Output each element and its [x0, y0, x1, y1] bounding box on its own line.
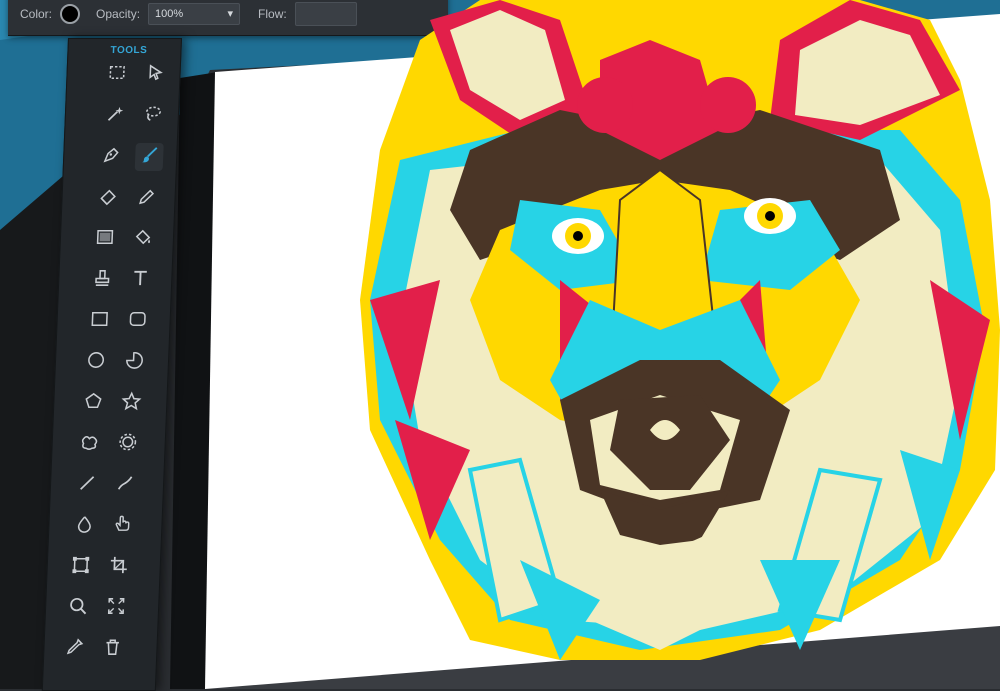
- trash-icon: [101, 636, 124, 663]
- ellipse-icon: [85, 349, 108, 376]
- canvas[interactable]: [205, 14, 1000, 689]
- move-icon: [144, 62, 167, 89]
- tool-drop[interactable]: [69, 512, 98, 540]
- hand-icon: [110, 513, 133, 540]
- chevron-down-icon: ▾: [227, 8, 234, 20]
- crop-icon: [107, 554, 130, 581]
- tool-curve[interactable]: [110, 471, 139, 499]
- opacity-label: Opacity:: [96, 6, 141, 21]
- tool-star[interactable]: [117, 389, 146, 417]
- tool-paint-bucket[interactable]: [129, 225, 158, 253]
- tool-pencil[interactable]: [132, 184, 161, 212]
- paint-bucket-icon: [132, 226, 155, 253]
- star-icon: [120, 390, 143, 417]
- tool-pen[interactable]: [97, 143, 126, 171]
- tool-gradient[interactable]: [91, 225, 120, 253]
- pencil-icon: [135, 185, 158, 212]
- tool-magic-wand[interactable]: [100, 102, 129, 130]
- tool-eraser[interactable]: [94, 184, 123, 212]
- tool-crop[interactable]: [104, 553, 133, 581]
- opacity-dropdown[interactable]: 100% ▾: [148, 2, 241, 25]
- clone-stamp-icon: [91, 267, 114, 294]
- zoom-icon: [66, 595, 89, 622]
- tools-panel-title: TOOLS: [110, 45, 148, 56]
- tool-marquee[interactable]: [103, 61, 132, 89]
- tool-move[interactable]: [141, 61, 170, 89]
- pie-icon: [123, 349, 146, 376]
- tool-options-bar: Color: Opacity: 100% ▾ Flow:: [8, 0, 448, 36]
- line-icon: [76, 472, 99, 499]
- brush-icon: [138, 144, 161, 171]
- tool-clone-stamp[interactable]: [88, 266, 117, 294]
- tool-lasso[interactable]: [138, 102, 167, 130]
- magic-wand-icon: [103, 103, 126, 130]
- tool-trash[interactable]: [98, 635, 127, 663]
- gear-icon: [117, 431, 140, 458]
- tool-rectangle[interactable]: [85, 307, 114, 335]
- transform-icon: [69, 554, 92, 581]
- eyedropper-icon: [63, 636, 86, 663]
- flow-input[interactable]: [294, 1, 357, 26]
- tool-pie[interactable]: [120, 348, 149, 376]
- blob-icon: [79, 431, 102, 458]
- tool-blob[interactable]: [76, 430, 105, 458]
- eraser-icon: [97, 185, 120, 212]
- tool-transform[interactable]: [66, 553, 95, 581]
- fit-screen-icon: [104, 595, 127, 622]
- pen-icon: [100, 144, 123, 171]
- tool-line[interactable]: [72, 471, 101, 499]
- tool-gear[interactable]: [114, 430, 143, 458]
- polygon-icon: [82, 390, 105, 417]
- rounded-rectangle-icon: [126, 308, 149, 335]
- drop-icon: [72, 513, 95, 540]
- text-icon: [129, 267, 152, 294]
- tool-zoom[interactable]: [63, 594, 92, 622]
- tool-fit-screen[interactable]: [101, 594, 130, 622]
- tool-eyedropper[interactable]: [60, 635, 89, 663]
- color-label: Color:: [20, 6, 53, 21]
- opacity-value: 100%: [155, 7, 184, 20]
- curve-icon: [114, 472, 137, 499]
- tool-text[interactable]: [126, 266, 155, 294]
- tool-brush[interactable]: [134, 143, 164, 171]
- flow-label: Flow:: [258, 6, 287, 21]
- color-swatch[interactable]: [60, 3, 81, 24]
- gradient-icon: [94, 226, 117, 253]
- tool-hand[interactable]: [107, 512, 136, 540]
- lasso-icon: [141, 103, 164, 130]
- tool-rounded-rectangle[interactable]: [123, 307, 152, 335]
- marquee-icon: [106, 62, 129, 89]
- rectangle-icon: [88, 308, 111, 335]
- tool-polygon[interactable]: [79, 389, 108, 417]
- tool-ellipse[interactable]: [82, 348, 111, 376]
